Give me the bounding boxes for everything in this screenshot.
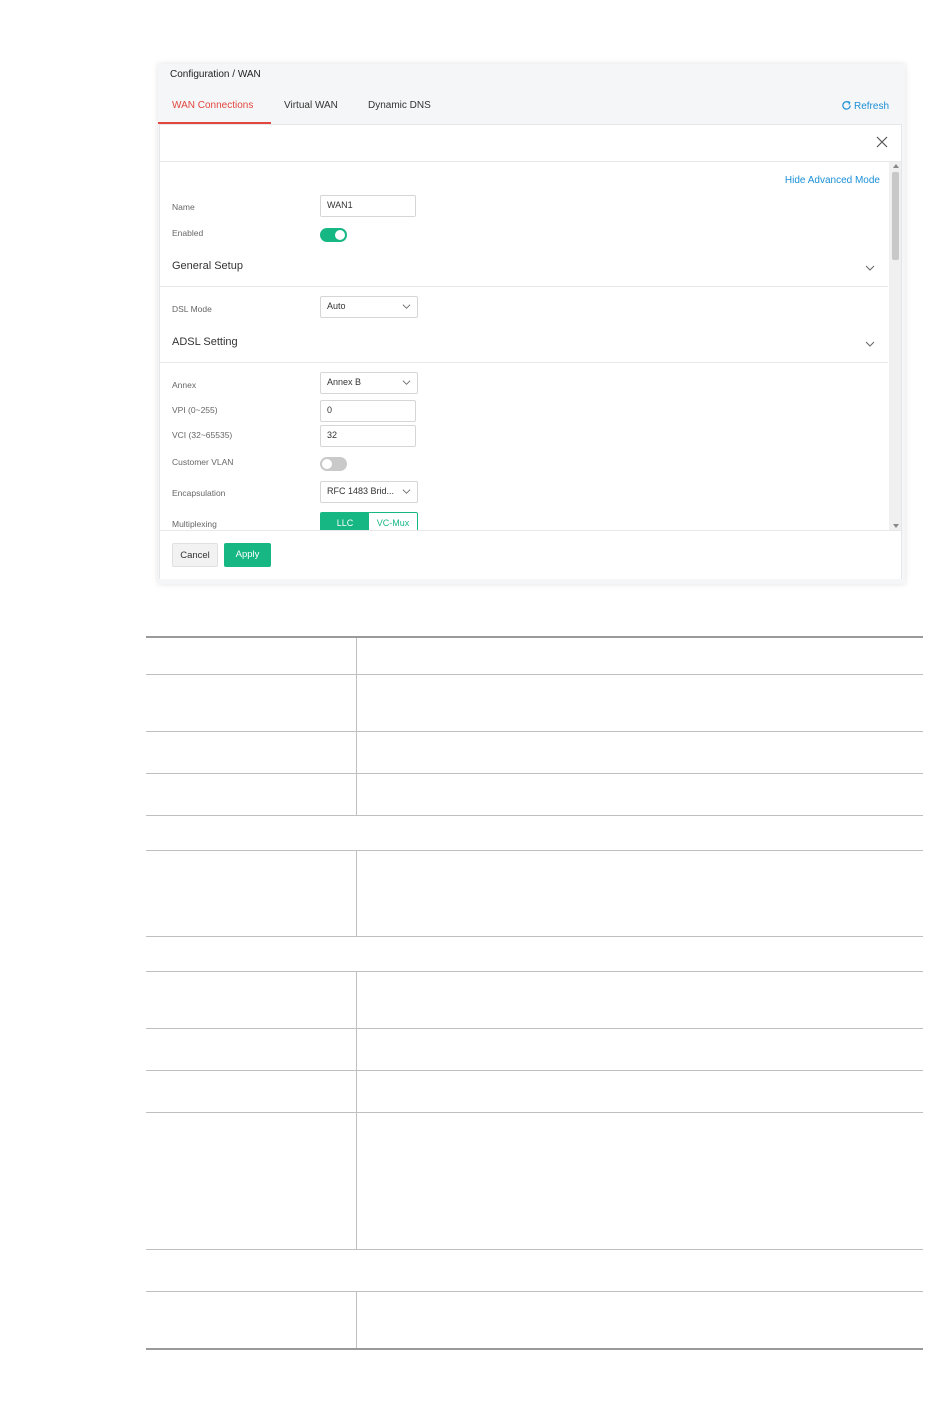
multiplexing-label: Multiplexing [172, 519, 217, 529]
dialog-body: Hide Advanced Mode Name WAN1 Enabled Gen… [160, 162, 888, 530]
table-cell [356, 731, 923, 774]
table-cell [356, 1028, 923, 1071]
multiplexing-segmented-control: LLC VC-Mux [320, 512, 418, 530]
table-cell [356, 971, 923, 1029]
annex-label: Annex [172, 380, 197, 390]
table-cell [356, 636, 923, 675]
enabled-label: Enabled [172, 228, 204, 238]
dsl-mode-label: DSL Mode [172, 304, 212, 314]
table-cell [146, 1112, 357, 1250]
adsl-setting-section[interactable]: ADSL Setting [160, 328, 888, 363]
table-section-row [146, 1249, 923, 1292]
vpi-input[interactable]: 0 [320, 400, 416, 422]
tab-dynamic-dns[interactable]: Dynamic DNS [368, 100, 431, 111]
apply-button[interactable]: Apply [224, 543, 271, 567]
table-cell [146, 731, 357, 774]
table-row [146, 674, 923, 732]
refresh-button[interactable]: Refresh [841, 100, 889, 112]
chevron-down-icon [865, 265, 875, 271]
dialog-scrollbar[interactable] [889, 162, 901, 530]
table-cell [146, 773, 357, 816]
table-cell [146, 674, 357, 732]
multiplexing-option-llc[interactable]: LLC [321, 513, 369, 530]
wan-config-screenshot: Configuration / WAN WAN Connections Virt… [158, 64, 905, 584]
description-table [146, 636, 923, 1350]
adsl-setting-title: ADSL Setting [172, 336, 238, 348]
table-row [146, 1291, 923, 1350]
toggle-knob [322, 459, 332, 469]
table-row [146, 773, 923, 816]
table-row [146, 971, 923, 1029]
cancel-button[interactable]: Cancel [172, 543, 218, 567]
scroll-down-arrow-icon[interactable] [893, 524, 899, 528]
table-cell [146, 1028, 357, 1071]
breadcrumb: Configuration / WAN [170, 69, 261, 80]
tab-bar: WAN Connections Virtual WAN Dynamic DNS [158, 92, 905, 124]
general-setup-title: General Setup [172, 260, 243, 272]
vpi-label: VPI (0~255) [172, 405, 218, 415]
dsl-mode-select[interactable]: Auto [320, 296, 418, 318]
table-cell [356, 850, 923, 937]
close-icon[interactable] [875, 135, 889, 149]
general-setup-section[interactable]: General Setup [160, 252, 888, 287]
table-cell [356, 1112, 923, 1250]
customer-vlan-toggle[interactable] [320, 457, 347, 471]
table-cell [146, 1249, 923, 1292]
encapsulation-select[interactable]: RFC 1483 Brid... [320, 481, 418, 503]
table-cell [146, 850, 357, 937]
enabled-toggle[interactable] [320, 228, 347, 242]
dialog-footer: Cancel Apply [160, 530, 901, 579]
vci-input[interactable]: 32 [320, 425, 416, 447]
chevron-down-icon [402, 304, 411, 309]
dsl-mode-value: Auto [327, 301, 346, 311]
chevron-down-icon [402, 380, 411, 385]
refresh-icon [842, 100, 851, 110]
wan-edit-dialog: Hide Advanced Mode Name WAN1 Enabled Gen… [159, 124, 902, 579]
table-row [146, 850, 923, 937]
chevron-down-icon [865, 341, 875, 347]
table-cell [146, 636, 357, 675]
scroll-up-arrow-icon[interactable] [893, 164, 899, 168]
table-cell [356, 1291, 923, 1350]
table-row [146, 636, 923, 675]
annex-select[interactable]: Annex B [320, 372, 418, 394]
encapsulation-value: RFC 1483 Brid... [327, 486, 395, 496]
tab-wan-connections[interactable]: WAN Connections [172, 100, 253, 111]
dialog-header [160, 125, 901, 162]
table-cell [146, 815, 923, 851]
table-cell [146, 936, 923, 972]
table-section-row [146, 815, 923, 851]
multiplexing-option-vc-mux[interactable]: VC-Mux [369, 513, 417, 530]
refresh-label: Refresh [853, 101, 889, 112]
annex-value: Annex B [327, 377, 362, 387]
table-cell [146, 971, 357, 1029]
table-section-row [146, 936, 923, 972]
name-input[interactable]: WAN1 [320, 195, 416, 217]
name-label: Name [172, 202, 195, 212]
table-cell [356, 1070, 923, 1113]
chevron-down-icon [402, 489, 411, 494]
hide-advanced-mode-link[interactable]: Hide Advanced Mode [785, 175, 880, 186]
table-cell [146, 1291, 357, 1350]
table-row [146, 1070, 923, 1113]
customer-vlan-label: Customer VLAN [172, 457, 234, 467]
tab-virtual-wan[interactable]: Virtual WAN [284, 100, 338, 111]
table-cell [356, 674, 923, 732]
vci-label: VCI (32~65535) [172, 430, 233, 440]
table-row [146, 1028, 923, 1071]
toggle-knob [335, 230, 345, 240]
scroll-thumb[interactable] [892, 172, 899, 260]
table-row [146, 731, 923, 774]
table-row [146, 1112, 923, 1250]
table-cell [146, 1070, 357, 1113]
encapsulation-label: Encapsulation [172, 488, 226, 498]
table-cell [356, 773, 923, 816]
